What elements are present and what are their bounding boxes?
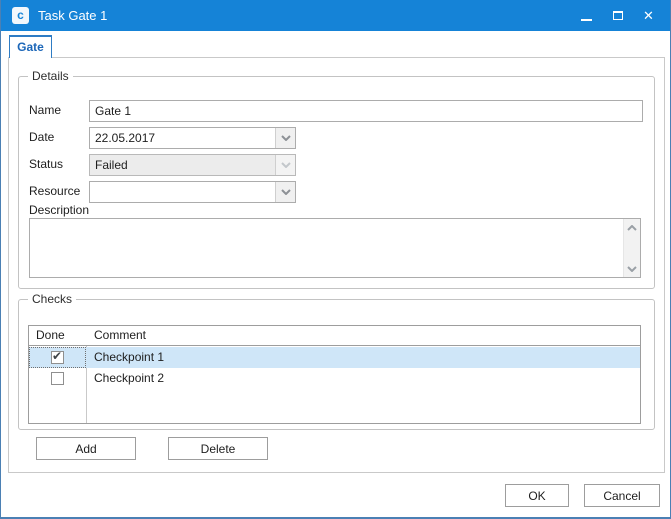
window-title: Task Gate 1 [38,0,107,31]
checkbox-unchecked[interactable]: ✔ [51,372,64,385]
status-combobox: Failed [89,154,296,176]
name-input[interactable] [89,100,643,122]
close-icon: ✕ [643,9,654,22]
minimize-button[interactable] [571,0,602,31]
titlebar[interactable]: c Task Gate 1 ✕ [1,0,670,31]
resource-label: Resource [29,184,80,198]
description-textarea[interactable] [29,218,641,278]
date-dropdown-button[interactable] [275,128,295,148]
ok-button[interactable]: OK [505,484,569,507]
header-comment[interactable]: Comment [86,326,640,345]
status-label: Status [29,157,63,171]
close-button[interactable]: ✕ [633,0,664,31]
date-label: Date [29,130,54,144]
maximize-button[interactable] [602,0,633,31]
resource-dropdown-button[interactable] [275,182,295,202]
date-combobox[interactable]: 22.05.2017 [89,127,296,149]
date-value: 22.05.2017 [90,128,275,148]
done-cell[interactable]: ✔ [29,347,86,368]
cancel-button[interactable]: Cancel [584,484,660,507]
resource-combobox[interactable] [89,181,296,203]
description-scrollbar[interactable] [623,219,640,277]
minimize-icon [581,19,592,21]
maximize-icon [613,11,623,20]
comment-cell[interactable]: Checkpoint 2 [86,368,640,389]
checks-legend: Checks [28,292,76,307]
app-logo-icon: c [12,7,29,24]
delete-button[interactable]: Delete [168,437,268,460]
chevron-down-icon [281,135,291,141]
scroll-up-icon[interactable] [624,219,640,236]
check-icon: ✔ [52,349,62,363]
checks-table: Done Comment ✔ Checkpoint 1 ✔ Checkpoint… [28,325,641,424]
chevron-down-icon [281,189,291,195]
table-row[interactable]: ✔ Checkpoint 1 [29,347,640,368]
window-controls: ✕ [571,0,664,31]
done-cell[interactable]: ✔ [29,368,86,389]
add-button[interactable]: Add [36,437,136,460]
table-header: Done Comment [29,326,640,346]
status-value: Failed [90,155,275,175]
dialog-window: c Task Gate 1 ✕ Gate Details Name Date 2… [0,0,671,519]
name-label: Name [29,103,61,117]
details-legend: Details [28,69,73,84]
scroll-down-icon[interactable] [624,260,640,277]
comment-cell[interactable]: Checkpoint 1 [86,347,640,368]
resource-value [90,182,275,202]
table-row[interactable]: ✔ Checkpoint 2 [29,368,640,389]
tab-gate[interactable]: Gate [9,35,52,58]
header-done[interactable]: Done [29,326,86,345]
status-dropdown-button [275,155,295,175]
checkbox-checked[interactable]: ✔ [51,351,64,364]
chevron-down-icon [281,162,291,168]
description-label: Description [29,203,89,217]
